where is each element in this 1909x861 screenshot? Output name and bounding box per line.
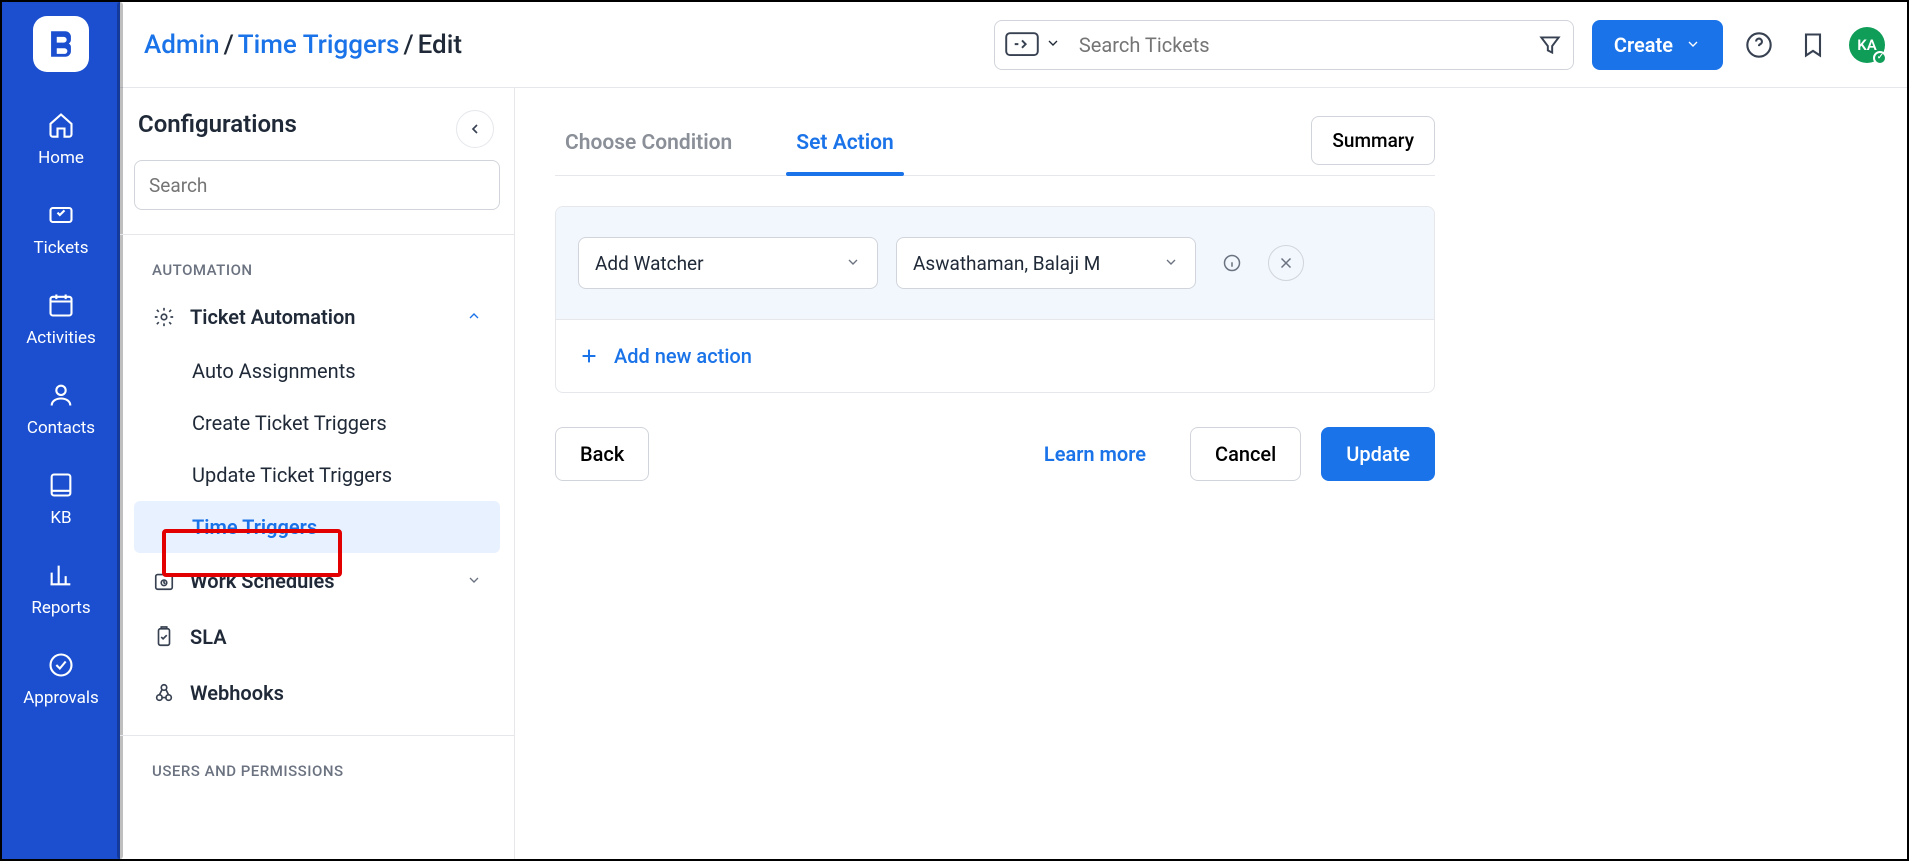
- actions-card: Add Watcher Aswathaman, Balaji M Add new…: [555, 206, 1435, 393]
- logo-icon: [44, 27, 78, 61]
- tab-choose-condition-label: Choose Condition: [565, 131, 732, 155]
- contacts-icon: [46, 380, 76, 410]
- nav-auto-assignments-label: Auto Assignments: [192, 359, 356, 383]
- action-type-select[interactable]: Add Watcher: [578, 237, 878, 289]
- nav-sla[interactable]: SLA: [134, 609, 500, 665]
- divider: [120, 735, 514, 736]
- approvals-icon: [46, 650, 76, 680]
- plus-icon: [578, 345, 600, 367]
- automation-icon: [152, 305, 176, 329]
- reports-icon: [46, 560, 76, 590]
- rail-activities-label: Activities: [26, 328, 96, 348]
- global-search[interactable]: [994, 20, 1574, 70]
- ticket-icon: [46, 200, 76, 230]
- ticket-scope-icon[interactable]: [1005, 34, 1039, 56]
- bookmark-button[interactable]: [1795, 27, 1831, 63]
- breadcrumb: Admin/ Time Triggers/ Edit: [144, 30, 462, 60]
- nav-sla-label: SLA: [190, 625, 227, 649]
- rail-contacts[interactable]: Contacts: [2, 362, 120, 452]
- schedule-icon: [152, 569, 176, 593]
- scope-chevron-icon[interactable]: [1045, 35, 1061, 55]
- nav-ticket-automation[interactable]: Ticket Automation: [134, 289, 500, 345]
- rail-reports-label: Reports: [31, 598, 90, 618]
- tab-row: Choose Condition Set Action Summary: [555, 116, 1435, 176]
- nav-time-triggers[interactable]: Time Triggers: [134, 501, 500, 553]
- rail-approvals[interactable]: Approvals: [2, 632, 120, 722]
- chevron-down-icon: [845, 252, 861, 275]
- learn-more-link[interactable]: Learn more: [1020, 428, 1170, 480]
- chevron-down-icon: [466, 569, 482, 593]
- rail-home[interactable]: Home: [2, 92, 120, 182]
- divider: [120, 234, 514, 235]
- rail-kb[interactable]: KB: [2, 452, 120, 542]
- rail-tickets[interactable]: Tickets: [2, 182, 120, 272]
- webhooks-icon: [152, 681, 176, 705]
- tab-set-action[interactable]: Set Action: [786, 117, 903, 175]
- nav-create-ticket-triggers[interactable]: Create Ticket Triggers: [134, 397, 500, 449]
- nav-update-ticket-triggers[interactable]: Update Ticket Triggers: [134, 449, 500, 501]
- form-footer: Back Learn more Cancel Update: [555, 427, 1435, 481]
- left-rail: Home Tickets Activities Contacts KB Repo…: [2, 2, 120, 859]
- rail-contacts-label: Contacts: [27, 418, 95, 438]
- action-row: Add Watcher Aswathaman, Balaji M: [556, 207, 1434, 319]
- nav-work-schedules-label: Work Schedules: [190, 569, 335, 593]
- nav-auto-assignments[interactable]: Auto Assignments: [134, 345, 500, 397]
- calendar-icon: [46, 290, 76, 320]
- sidebar-search-input[interactable]: [134, 160, 500, 210]
- add-action-button[interactable]: Add new action: [556, 319, 1434, 392]
- sla-icon: [152, 625, 176, 649]
- home-icon: [46, 110, 76, 140]
- add-action-label: Add new action: [614, 344, 752, 368]
- filter-icon[interactable]: [1537, 32, 1563, 58]
- top-bar: Admin/ Time Triggers/ Edit Create KA: [120, 2, 1907, 88]
- sidebar-title: Configurations: [138, 110, 500, 138]
- crumb-module[interactable]: Time Triggers: [238, 30, 400, 60]
- app-logo[interactable]: [33, 16, 89, 72]
- back-button[interactable]: Back: [555, 427, 649, 481]
- nav-time-triggers-label: Time Triggers: [192, 515, 317, 539]
- chevron-down-icon: [1685, 33, 1701, 57]
- nav-create-ticket-triggers-label: Create Ticket Triggers: [192, 411, 387, 435]
- presence-indicator: [1873, 51, 1887, 65]
- avatar-initials: KA: [1857, 36, 1877, 54]
- crumb-admin[interactable]: Admin: [144, 30, 220, 60]
- section-automation-label: AUTOMATION: [152, 261, 500, 279]
- summary-button[interactable]: Summary: [1311, 116, 1435, 165]
- nav-webhooks[interactable]: Webhooks: [134, 665, 500, 721]
- config-sidebar: Configurations AUTOMATION Ticket Automat…: [120, 88, 515, 859]
- chevron-down-icon: [1163, 252, 1179, 275]
- action-info-button[interactable]: [1214, 245, 1250, 281]
- chevron-up-icon: [466, 305, 482, 329]
- rail-tickets-label: Tickets: [34, 238, 89, 258]
- rail-home-label: Home: [38, 148, 84, 168]
- help-button[interactable]: [1741, 27, 1777, 63]
- rail-kb-label: KB: [50, 508, 71, 528]
- section-users-label: USERS AND PERMISSIONS: [152, 762, 500, 780]
- cancel-button[interactable]: Cancel: [1190, 427, 1301, 481]
- search-input[interactable]: [1077, 32, 1537, 58]
- user-avatar[interactable]: KA: [1849, 27, 1885, 63]
- crumb-current: Edit: [418, 30, 462, 60]
- rail-approvals-label: Approvals: [23, 688, 99, 708]
- nav-webhooks-label: Webhooks: [190, 681, 284, 705]
- nav-work-schedules[interactable]: Work Schedules: [134, 553, 500, 609]
- book-icon: [46, 470, 76, 500]
- nav-ticket-automation-label: Ticket Automation: [190, 305, 355, 329]
- rail-reports[interactable]: Reports: [2, 542, 120, 632]
- create-button[interactable]: Create: [1592, 20, 1723, 70]
- action-remove-button[interactable]: [1268, 245, 1304, 281]
- action-type-value: Add Watcher: [595, 252, 704, 275]
- main-content: Choose Condition Set Action Summary Add …: [515, 88, 1907, 859]
- collapse-sidebar-button[interactable]: [456, 110, 494, 148]
- create-button-label: Create: [1614, 33, 1673, 57]
- update-button[interactable]: Update: [1321, 427, 1435, 481]
- tab-choose-condition[interactable]: Choose Condition: [555, 117, 742, 175]
- tab-set-action-label: Set Action: [796, 131, 893, 155]
- nav-update-ticket-triggers-label: Update Ticket Triggers: [192, 463, 392, 487]
- rail-activities[interactable]: Activities: [2, 272, 120, 362]
- action-value-select[interactable]: Aswathaman, Balaji M: [896, 237, 1196, 289]
- action-value-value: Aswathaman, Balaji M: [913, 252, 1100, 275]
